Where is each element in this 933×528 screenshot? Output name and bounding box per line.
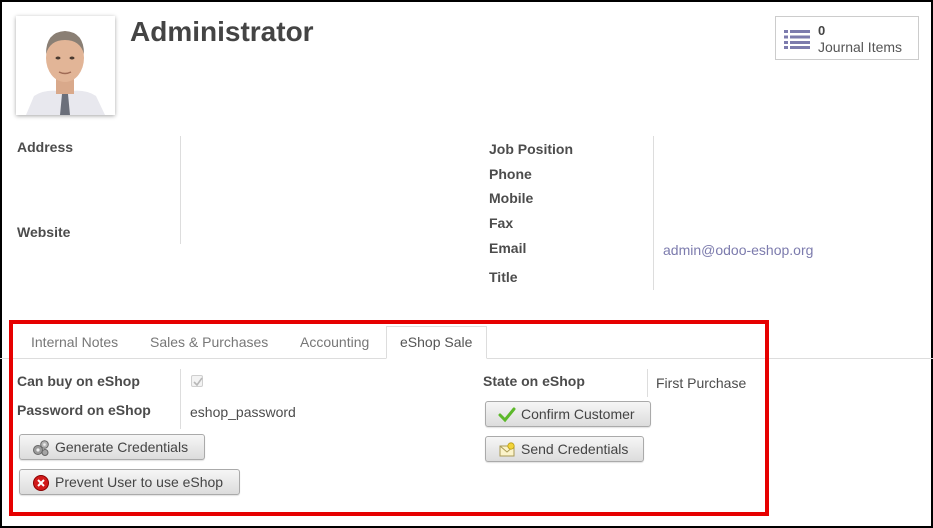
state-label: State on eShop — [483, 373, 585, 389]
list-icon — [784, 29, 810, 52]
can-buy-checkbox[interactable] — [191, 375, 203, 387]
confirm-customer-button[interactable]: Confirm Customer — [485, 401, 651, 427]
stop-icon — [32, 474, 50, 492]
phone-label: Phone — [489, 166, 532, 182]
tab-eshop-sale[interactable]: eShop Sale — [386, 326, 487, 359]
address-label: Address — [17, 139, 74, 155]
password-label: Password on eShop — [17, 402, 151, 418]
journal-items-label: Journal Items — [818, 39, 903, 55]
gears-icon — [32, 439, 50, 457]
divider — [653, 136, 654, 290]
tab-internal-notes[interactable]: Internal Notes — [31, 334, 118, 350]
email-label: Email — [489, 240, 527, 256]
job-position-label: Job Position — [489, 141, 573, 157]
title-label: Title — [489, 269, 518, 285]
envelope-star-icon — [498, 441, 516, 459]
divider — [180, 136, 181, 244]
prevent-eshop-label: Prevent User to use eShop — [55, 474, 224, 490]
checkmark-icon — [498, 406, 516, 424]
send-credentials-label: Send Credentials — [521, 441, 629, 457]
website-label: Website — [17, 224, 71, 240]
can-buy-label: Can buy on eShop — [17, 373, 140, 389]
journal-items-count: 0 — [818, 23, 826, 38]
generate-credentials-label: Generate Credentials — [55, 439, 189, 455]
mobile-label: Mobile — [489, 190, 534, 206]
avatar[interactable] — [16, 16, 115, 115]
journal-items-button[interactable]: 0 Journal Items — [775, 16, 919, 60]
state-value: First Purchase — [656, 375, 747, 391]
fax-label: Fax — [489, 215, 514, 231]
divider — [180, 369, 181, 429]
password-value[interactable]: eshop_password — [190, 404, 296, 420]
confirm-customer-label: Confirm Customer — [521, 406, 635, 422]
email-link[interactable]: admin@odoo-eshop.org — [663, 242, 813, 258]
divider — [647, 369, 648, 397]
tab-eshop-sale-label: eShop Sale — [400, 334, 473, 350]
prevent-eshop-button[interactable]: Prevent User to use eShop — [19, 469, 240, 495]
send-credentials-button[interactable]: Send Credentials — [485, 436, 644, 462]
tab-accounting[interactable]: Accounting — [300, 334, 369, 350]
page-title: Administrator — [130, 16, 314, 47]
generate-credentials-button[interactable]: Generate Credentials — [19, 434, 205, 460]
tab-sales-purchases[interactable]: Sales & Purchases — [150, 334, 268, 350]
